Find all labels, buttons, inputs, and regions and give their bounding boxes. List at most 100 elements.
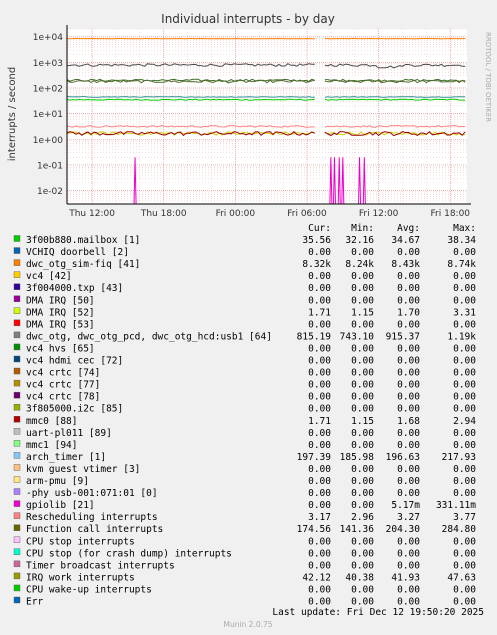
- legend-name: arm-pmu [9]: [26, 476, 89, 487]
- series-line: [66, 37, 315, 40]
- legend-value: 0.00: [308, 536, 331, 547]
- legend-name: dwc_otg, dwc_otg_pcd, dwc_otg_hcd:usb1 […: [26, 331, 272, 342]
- legend-value: 0.00: [351, 548, 374, 559]
- legend-value: 0.00: [351, 476, 374, 487]
- legend-value: 0.00: [351, 584, 374, 595]
- legend-swatch: [13, 464, 21, 471]
- legend-value: 3.27: [397, 512, 420, 523]
- legend-value: 0.00: [453, 560, 476, 571]
- legend-value: 0.00: [453, 343, 476, 354]
- legend-name: vc4 crtc [77]: [26, 380, 100, 391]
- legend-value: 0.00: [308, 319, 331, 330]
- legend-value: 0.00: [397, 597, 420, 608]
- legend-value: 0.00: [397, 343, 420, 354]
- series-line: [66, 96, 315, 98]
- legend-value: 0.00: [453, 536, 476, 547]
- legend-value: 0.00: [308, 392, 331, 403]
- legend-swatch: [13, 500, 21, 507]
- plot-area: [67, 29, 467, 204]
- legend-name: 3f00b880.mailbox [1]: [26, 235, 140, 246]
- legend-value: 1.71: [308, 416, 331, 427]
- legend-value: 0.00: [308, 283, 331, 294]
- legend-swatch: [13, 584, 21, 592]
- legend-value: 35.56: [302, 235, 331, 246]
- legend-name: DMA IRQ [53]: [26, 319, 95, 330]
- legend-name: vc4 hdmi cec [72]: [26, 356, 123, 367]
- legend-value: 0.00: [453, 271, 476, 282]
- legend-name: Err: [26, 597, 43, 608]
- legend-value: 0.00: [351, 560, 374, 571]
- legend-name: arch_timer [1]: [26, 452, 106, 463]
- legend-value: 0.00: [308, 271, 331, 282]
- legend-value: 0.00: [453, 283, 476, 294]
- legend-swatch: [13, 452, 21, 459]
- watermark: RRDTOOL / TOBI OETIKER: [484, 32, 492, 122]
- legend-swatch: [13, 343, 21, 351]
- column-header: Avg:: [397, 223, 420, 234]
- legend-value: 2.96: [351, 512, 374, 523]
- legend-name: -phy usb-001:071:01 [0]: [26, 488, 158, 499]
- legend-value: 0.00: [397, 295, 420, 306]
- interrupts-chart: Individual interrupts - by day interrupt…: [0, 0, 497, 635]
- y-tick-label: 1e+02: [33, 85, 63, 95]
- legend-value: 3.31: [453, 307, 476, 318]
- legend-value: 0.00: [308, 560, 331, 571]
- legend-swatch: [13, 235, 21, 242]
- column-header: Min:: [351, 223, 374, 234]
- legend-value: 0.00: [397, 464, 420, 475]
- legend-value: 0.00: [397, 536, 420, 547]
- legend-value: 0.00: [453, 464, 476, 475]
- legend-swatch: [13, 428, 21, 435]
- legend-swatch: [13, 476, 21, 483]
- legend-value: 0.00: [308, 464, 331, 475]
- legend-value: 0.00: [351, 356, 374, 367]
- legend-swatch: [13, 572, 21, 580]
- y-tick-label: 1e-01: [37, 161, 63, 171]
- legend-name: Function call interrupts: [26, 524, 163, 535]
- legend-value: 8.74k: [447, 259, 476, 270]
- legend-swatch: [13, 524, 21, 531]
- legend-value: 34.67: [391, 235, 420, 246]
- legend-value: 41.93: [391, 572, 420, 583]
- legend-value: 0.00: [308, 440, 331, 451]
- y-tick-label: 1e+03: [33, 59, 63, 69]
- legend-value: 0.00: [453, 295, 476, 306]
- y-tick-label: 1e+04: [33, 33, 64, 43]
- legend-value: 0.00: [453, 597, 476, 608]
- legend-name: VCHIQ doorbell [2]: [26, 247, 129, 258]
- legend-swatch: [13, 379, 21, 387]
- legend-name: Rescheduling interrupts: [26, 512, 158, 523]
- legend-value: 0.00: [308, 428, 331, 439]
- legend-value: 0.00: [308, 476, 331, 487]
- legend-value: 0.00: [453, 368, 476, 379]
- legend-value: 0.00: [397, 283, 420, 294]
- legend-value: 0.00: [308, 343, 331, 354]
- legend-value: 1.71: [308, 307, 331, 318]
- legend-name: dwc_otg_sim-fiq [41]: [26, 259, 140, 270]
- y-tick-label: 1e+01: [33, 110, 63, 120]
- legend-value: 0.00: [453, 488, 476, 499]
- legend-value: 0.00: [397, 584, 420, 595]
- column-header: Cur:: [308, 223, 331, 234]
- legend-name: 3f805000.i2c [85]: [26, 404, 123, 415]
- legend-value: 38.34: [447, 235, 476, 246]
- legend-value: 0.00: [397, 560, 420, 571]
- legend-name: CPU stop interrupts: [26, 536, 135, 547]
- legend-swatch: [13, 512, 21, 519]
- legend-value: 0.00: [351, 597, 374, 608]
- legend-value: 196.63: [386, 452, 420, 463]
- legend-value: 0.00: [351, 380, 374, 391]
- legend-value: 0.00: [351, 440, 374, 451]
- legend-value: 0.00: [397, 319, 420, 330]
- legend-name: vc4 hvs [65]: [26, 343, 95, 354]
- legend-value: 0.00: [397, 428, 420, 439]
- legend-value: 0.00: [453, 440, 476, 451]
- legend-name: IRQ work interrupts: [26, 572, 135, 583]
- legend-value: 8.24k: [345, 259, 374, 270]
- legend-value: 743.10: [340, 331, 375, 342]
- x-tick-label: Fri 12:00: [359, 209, 399, 219]
- chart-title: Individual interrupts - by day: [161, 12, 335, 26]
- legend-value: 0.00: [351, 343, 374, 354]
- legend-value: 0.00: [453, 247, 476, 258]
- legend-name: vc4 crtc [78]: [26, 392, 100, 403]
